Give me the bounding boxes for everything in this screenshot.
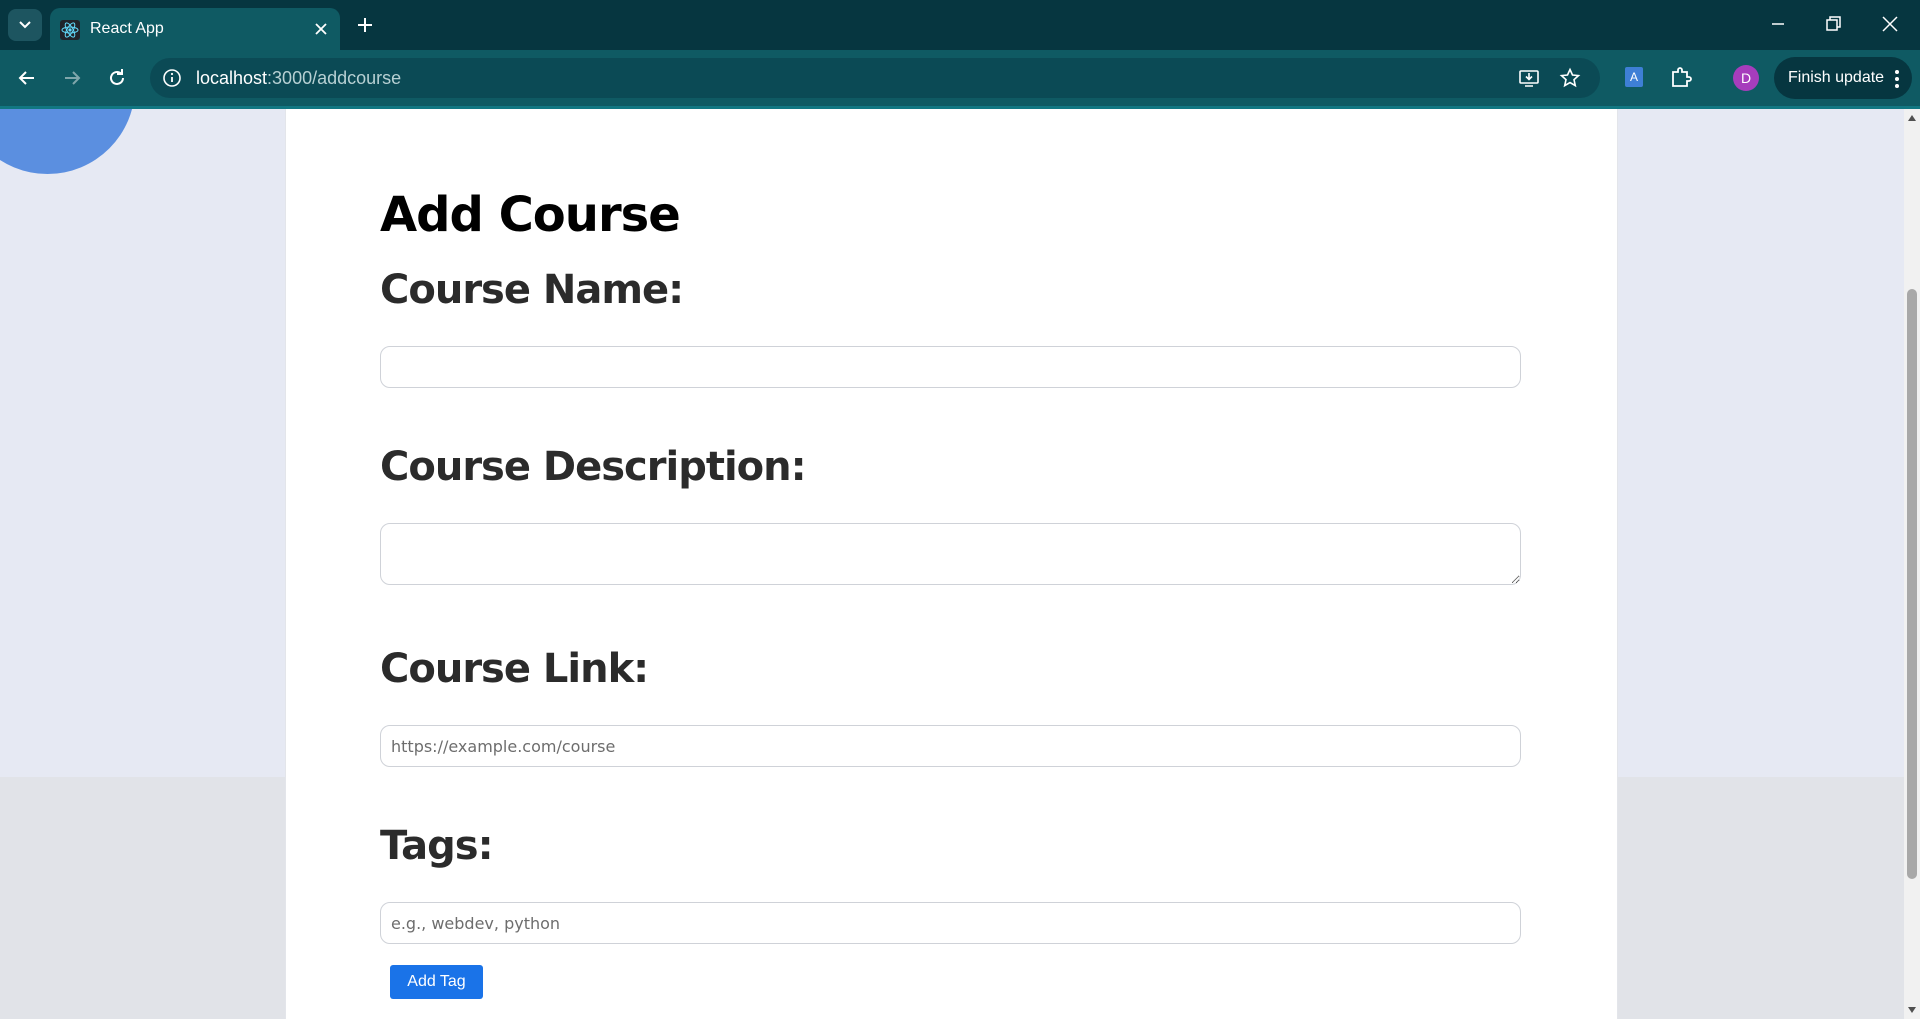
profile-avatar[interactable]: D — [1733, 65, 1759, 91]
browser-toolbar: localhost:3000/addcourse A D Finish upda… — [0, 50, 1920, 106]
page-scrollbar[interactable] — [1904, 109, 1920, 1019]
url-text: localhost:3000/addcourse — [196, 68, 401, 89]
course-description-label: Course Description: — [380, 444, 807, 490]
more-options-icon — [1895, 70, 1899, 88]
address-bar[interactable]: localhost:3000/addcourse — [150, 58, 1600, 98]
course-name-label: Course Name: — [380, 267, 684, 313]
scrollbar-thumb[interactable] — [1907, 289, 1917, 879]
tab-search-button[interactable] — [8, 9, 42, 41]
extensions-puzzle-icon[interactable] — [1668, 64, 1694, 90]
active-tab[interactable]: React App — [50, 8, 340, 50]
url-host: localhost — [196, 68, 268, 88]
chevron-down-icon — [19, 21, 31, 29]
course-link-label: Course Link: — [380, 646, 649, 692]
svg-text:A: A — [1630, 70, 1638, 84]
page-title: Add Course — [380, 187, 681, 243]
course-link-input[interactable] — [380, 725, 1521, 767]
close-tab-icon[interactable] — [312, 20, 330, 38]
tab-strip: React App — [0, 0, 1920, 50]
add-tag-button[interactable]: Add Tag — [390, 965, 483, 999]
tags-input[interactable] — [380, 902, 1521, 944]
bookmark-star-icon[interactable] — [1559, 67, 1581, 89]
tab-title: React App — [90, 20, 164, 37]
scroll-up-arrow-icon[interactable] — [1907, 113, 1917, 123]
close-window-icon[interactable] — [1878, 12, 1902, 36]
add-course-card: Add Course Course Name: Course Descripti… — [285, 109, 1618, 1019]
back-icon[interactable] — [14, 65, 40, 91]
restore-icon[interactable] — [1821, 12, 1845, 36]
install-app-icon[interactable] — [1518, 67, 1540, 89]
new-tab-icon[interactable] — [354, 14, 376, 36]
finish-update-label: Finish update — [1788, 69, 1885, 86]
course-description-textarea[interactable] — [380, 523, 1521, 585]
site-info-icon[interactable] — [162, 68, 182, 88]
course-name-input[interactable] — [380, 346, 1521, 388]
reload-icon[interactable] — [104, 65, 130, 91]
minimize-icon[interactable] — [1766, 12, 1790, 36]
forward-icon[interactable] — [59, 65, 85, 91]
url-path: :3000/addcourse — [267, 68, 402, 88]
decorative-blob — [0, 109, 135, 174]
tags-label: Tags: — [380, 823, 494, 869]
finish-update-button[interactable]: Finish update — [1774, 57, 1912, 99]
scroll-down-arrow-icon[interactable] — [1907, 1005, 1917, 1015]
react-icon — [60, 20, 80, 40]
translate-extension-icon[interactable]: A — [1621, 64, 1647, 90]
page-viewport: Add Course Course Name: Course Descripti… — [0, 109, 1904, 1019]
